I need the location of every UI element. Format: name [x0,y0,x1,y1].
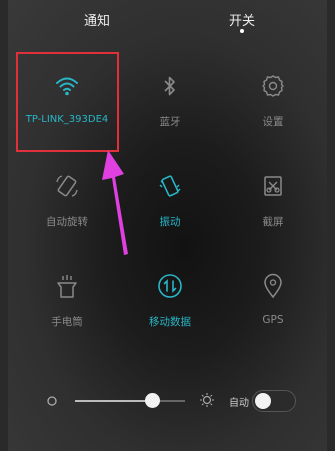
mobile-data-tile-label: 移动数据 [149,316,191,328]
vibrate-icon [156,172,184,200]
brightness-slider[interactable] [75,400,185,402]
brightness-slider-fill [75,400,152,402]
brightness-slider-thumb[interactable] [144,393,160,408]
vibrate-tile-label: 振动 [159,216,181,228]
annotation-arrow [102,150,128,255]
auto-brightness-toggle[interactable] [252,390,296,412]
left-edge [0,0,8,451]
tab-notifications[interactable]: 通知 [84,10,110,29]
gps-tile-label: GPS [262,314,284,326]
quick-settings-panel: 通知 开关 TP-LINK_393DE4 蓝牙 设置 自动旋转 振动 截屏 手电… [0,0,335,451]
brightness-row: 自动 [0,385,335,417]
auto-rotate-tile-label: 自动旋转 [46,216,88,228]
auto-brightness-toggle-knob [255,393,271,409]
settings-tile-label: 设置 [262,116,284,128]
settings-gear-icon [259,72,287,100]
annotation-highlight-box [16,52,119,152]
tab-switches[interactable]: 开关 [229,10,255,29]
bluetooth-tile-label: 蓝牙 [159,116,181,128]
screenshot-tile[interactable]: 截屏 [223,152,323,252]
panel-header: 通知 开关 [0,0,335,33]
tab-selected-indicator [240,29,244,33]
settings-tile[interactable]: 设置 [223,52,323,152]
right-edge [327,0,335,451]
auto-brightness-label: 自动 [229,398,249,409]
screenshot-icon [259,172,287,200]
mobile-data-tile[interactable]: 移动数据 [120,252,220,352]
flashlight-icon [53,272,81,300]
auto-rotate-icon [53,172,81,200]
gps-tile[interactable]: GPS [223,252,323,352]
gps-icon [259,272,287,300]
bluetooth-tile[interactable]: 蓝牙 [120,52,220,152]
bluetooth-icon [156,72,184,100]
screenshot-tile-label: 截屏 [262,216,284,228]
brightness-low-icon [47,396,57,406]
mobile-data-icon [156,272,184,300]
flashlight-tile-label: 手电筒 [51,316,83,328]
flashlight-tile[interactable]: 手电筒 [17,252,117,352]
brightness-high-icon [200,393,214,407]
